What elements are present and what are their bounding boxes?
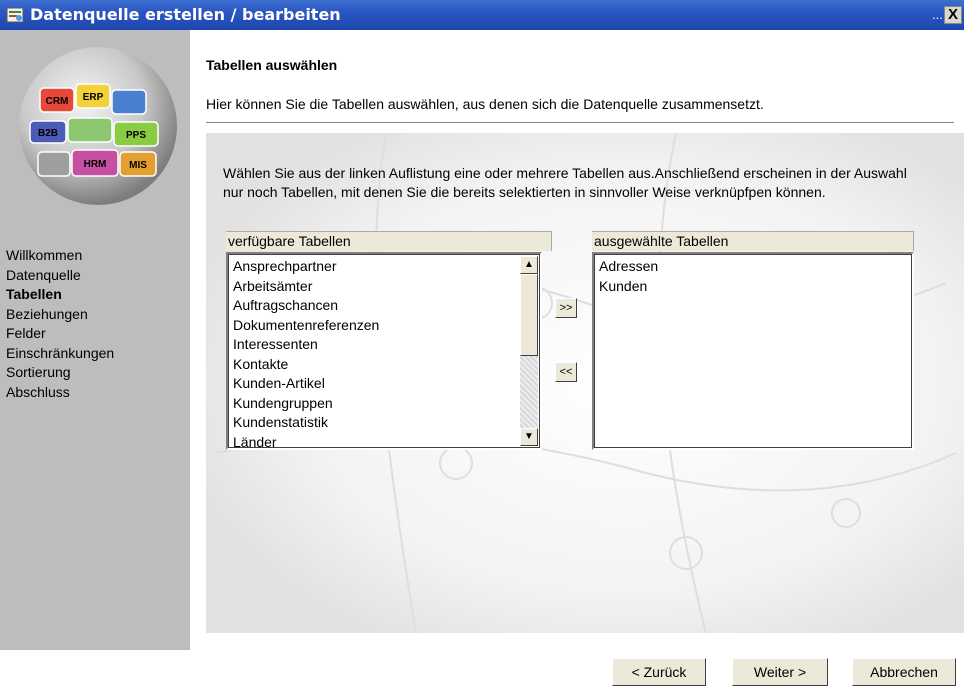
list-item[interactable]: Länder (233, 433, 379, 453)
available-tables-list[interactable]: Ansprechpartner Arbeitsämter Auftragscha… (226, 252, 542, 450)
list-item[interactable]: Auftragschancen (233, 296, 379, 316)
nav-item-einschraenkungen: Einschränkungen (6, 344, 115, 361)
logo-label: PPS (126, 130, 146, 141)
list-item[interactable]: Arbeitsämter (233, 277, 379, 297)
scrollbar-thumb[interactable] (520, 274, 538, 356)
nav-item-sortierung: Sortierung (6, 364, 71, 380)
button-bar: < Zurück Weiter > Abbrechen (0, 650, 964, 693)
cancel-button[interactable]: Abbrechen (852, 658, 956, 686)
logo-label: HRM (84, 159, 107, 170)
list-item[interactable]: Kunden-Artikel (233, 374, 379, 394)
logo-label: MIS (129, 160, 147, 171)
instructions-text: Wählen Sie aus der linken Auflistung ein… (223, 165, 907, 200)
sidebar: CRM ERP B2B PPS HRM MIS Willkommen Daten… (0, 30, 190, 650)
nav-item-beziehungen: Beziehungen (6, 305, 88, 322)
list-item[interactable]: Adressen (599, 257, 658, 277)
nav-item-felder: Felder (6, 325, 46, 341)
wizard-steps-nav: Willkommen Datenquelle Tabellen Beziehun… (6, 246, 114, 402)
section-description: Hier können Sie die Tabellen auswählen, … (206, 96, 764, 112)
back-button[interactable]: < Zurück (612, 658, 706, 686)
logo-label: CRM (46, 96, 69, 107)
next-button[interactable]: Weiter > (732, 658, 828, 686)
close-button[interactable]: X (944, 6, 962, 24)
add-table-button[interactable]: >> (555, 298, 577, 318)
logo-label: B2B (38, 128, 58, 139)
window-title: Datenquelle erstellen / bearbeiten (30, 5, 341, 24)
logo-label: ERP (83, 92, 104, 103)
selected-tables-list[interactable]: Adressen Kunden (592, 252, 914, 450)
nav-item-tabellen: Tabellen (6, 286, 62, 302)
remove-table-button[interactable]: << (555, 362, 577, 382)
available-tables-label: verfügbare Tabellen (226, 231, 552, 251)
divider (206, 122, 954, 123)
nav-item-abschluss: Abschluss (6, 383, 70, 400)
list-item[interactable]: Kundenstatistik (233, 413, 379, 433)
list-item[interactable]: Interessenten (233, 335, 379, 355)
list-item[interactable]: Dokumentenreferenzen (233, 316, 379, 336)
scroll-up-arrow-icon[interactable]: ▲ (520, 256, 538, 274)
section-title: Tabellen auswählen (206, 57, 338, 73)
list-item[interactable]: Kundengruppen (233, 394, 379, 414)
list-item[interactable]: Kontakte (233, 355, 379, 375)
title-dots: ... (932, 7, 943, 22)
list-item[interactable]: Ansprechpartner (233, 257, 379, 277)
list-item[interactable]: Kunden (599, 277, 658, 297)
app-icon (6, 7, 24, 23)
content-panel: Tabellen auswählen Hier können Sie die T… (190, 30, 964, 650)
puzzle-globe-logo: CRM ERP B2B PPS HRM MIS (19, 47, 177, 205)
available-list-scrollbar[interactable]: ▲ ▼ (520, 256, 538, 446)
nav-item-willkommen: Willkommen (6, 247, 83, 263)
nav-item-datenquelle: Datenquelle (6, 266, 81, 283)
selected-tables-label: ausgewählte Tabellen (592, 231, 914, 251)
title-bar[interactable]: Datenquelle erstellen / bearbeiten ... X (0, 0, 964, 30)
scroll-down-arrow-icon[interactable]: ▼ (520, 428, 538, 446)
